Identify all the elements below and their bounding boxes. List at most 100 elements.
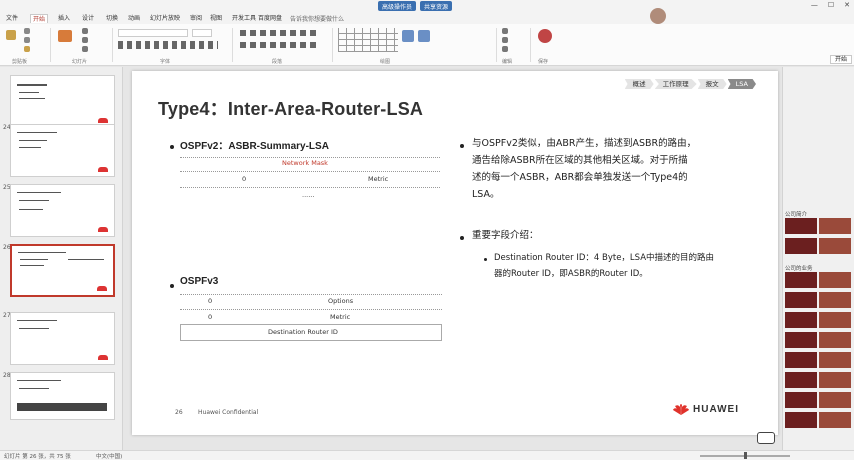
slide-canvas[interactable]: 概述 工作原理 报文 LSA Type4：Inter-Area-Router-L… [132,71,778,435]
reset-icon[interactable] [82,37,88,43]
v3-options-cell[interactable]: Options [328,297,353,305]
design-card[interactable] [819,238,851,254]
tell-me-search[interactable]: 告诉我你想要做什么 [290,14,344,23]
tab-design[interactable]: 设计 [80,14,96,23]
title-chip[interactable]: 共享资源 [420,1,453,11]
tab-file[interactable]: 文件 [4,14,20,23]
design-card[interactable] [785,272,817,288]
slide-thumbnail[interactable] [10,372,115,420]
thumb-line [17,84,47,86]
slide-thumbnail[interactable] [10,184,115,237]
breadcrumb-item-active[interactable]: LSA [727,79,756,89]
v3-zero-cell[interactable]: 0 [208,313,212,321]
save-cloud-icon[interactable] [538,29,552,43]
design-card[interactable] [785,392,817,408]
format-painter-icon[interactable] [24,46,30,52]
paste-icon[interactable] [6,30,16,40]
breadcrumb-item[interactable]: 工作原理 [654,79,697,89]
tab-review[interactable]: 审阅 [188,14,204,23]
zoom-knob[interactable] [744,452,747,459]
thumb-line [17,320,57,321]
tab-insert[interactable]: 插入 [56,14,72,23]
section-icon[interactable] [82,46,88,52]
slide-thumbnail[interactable] [10,312,115,365]
zoom-slider[interactable] [700,452,790,459]
font-size-select[interactable] [192,29,212,37]
design-card[interactable] [819,272,851,288]
network-mask-cell[interactable]: Network Mask [282,159,328,167]
cut-icon[interactable] [24,28,30,34]
slide-thumbnail-selected[interactable] [10,244,115,297]
tab-view[interactable]: 视图 [208,14,224,23]
v2-zero-cell[interactable]: 0 [242,175,246,183]
font-name-select[interactable] [118,29,188,37]
ribbon: 剪贴板 幻灯片 字体 段落 绘图 编辑 保存 [0,8,854,66]
design-card[interactable] [819,392,851,408]
design-card[interactable] [785,372,817,388]
font-format-buttons[interactable] [118,41,218,49]
v2-metric-cell[interactable]: Metric [368,175,388,183]
layout-icon[interactable] [82,28,88,34]
tab-developer[interactable]: 开发工具 [230,14,258,23]
breadcrumb-item[interactable]: 报文 [697,79,727,89]
design-card[interactable] [785,352,817,368]
align-buttons[interactable] [240,42,320,48]
replace-icon[interactable] [502,37,508,43]
page-title[interactable]: Type4：Inter-Area-Router-LSA [158,95,423,121]
title-chip[interactable]: 高级操作员 [378,1,417,11]
description-paragraph[interactable]: 与OSPFv2类似，由ABR产生，描述到ASBR的路由， 通告给除ASBR所在区… [472,135,762,203]
design-card[interactable] [785,238,817,254]
tab-transitions[interactable]: 切换 [104,14,120,23]
comment-icon[interactable] [757,432,775,444]
copy-icon[interactable] [24,37,30,43]
v3-metric-cell[interactable]: Metric [330,313,350,321]
close-icon[interactable]: ✕ [844,1,850,9]
thumb-line [19,328,49,329]
ospfv2-heading[interactable]: OSPFv2：ASBR-Summary-LSA [180,137,329,152]
share-button[interactable]: 开始 [829,55,852,64]
paragraph-buttons[interactable] [240,30,320,36]
breadcrumb-item[interactable]: 概述 [624,79,654,89]
group-label: 保存 [538,59,549,65]
arrange-icon[interactable] [402,30,414,42]
slide-thumbnail[interactable] [10,75,115,128]
design-card[interactable] [819,352,851,368]
minimize-icon[interactable]: — [811,1,818,9]
design-card[interactable] [819,372,851,388]
design-card[interactable] [819,412,851,428]
design-card[interactable] [819,218,851,234]
shapes-gallery[interactable] [338,28,398,52]
design-card[interactable] [785,412,817,428]
tab-slideshow[interactable]: 幻灯片放映 [148,14,182,23]
group-label: 字体 [160,59,171,65]
tab-baidu[interactable]: 百度网盘 [256,14,284,23]
important-fields-heading[interactable]: 重要字段介绍： [472,227,539,244]
find-icon[interactable] [502,28,508,34]
new-slide-icon[interactable] [58,30,72,42]
thumb-logo [98,355,108,360]
thumb-line [19,209,43,210]
design-card[interactable] [785,332,817,348]
dest-field-description[interactable]: Destination Router ID：4 Byte，LSA中描述的目的路由… [494,250,764,282]
tab-animations[interactable]: 动画 [126,14,142,23]
slide-thumbnail[interactable] [10,124,115,177]
design-card[interactable] [785,218,817,234]
language-indicator[interactable]: 中文(中国) [96,452,122,460]
thumb-line [20,259,48,260]
design-card[interactable] [819,292,851,308]
design-card[interactable] [819,332,851,348]
maximize-icon[interactable]: ☐ [828,1,834,9]
design-card[interactable] [819,312,851,328]
select-icon[interactable] [502,46,508,52]
avatar[interactable] [650,8,666,24]
design-card[interactable] [785,292,817,308]
dest-router-cell[interactable]: Destination Router ID [268,328,338,336]
quick-styles-icon[interactable] [418,30,430,42]
bullet-dot [170,145,174,149]
thumb-line [19,140,47,141]
design-card[interactable] [785,312,817,328]
tab-home[interactable]: 开始 [30,14,49,23]
ospfv3-heading[interactable]: OSPFv3 [180,276,218,287]
description-line: 通告给除ASBR所在区域的其他相关区域。对于所描 [472,155,688,166]
v3-zero-cell[interactable]: 0 [208,297,212,305]
